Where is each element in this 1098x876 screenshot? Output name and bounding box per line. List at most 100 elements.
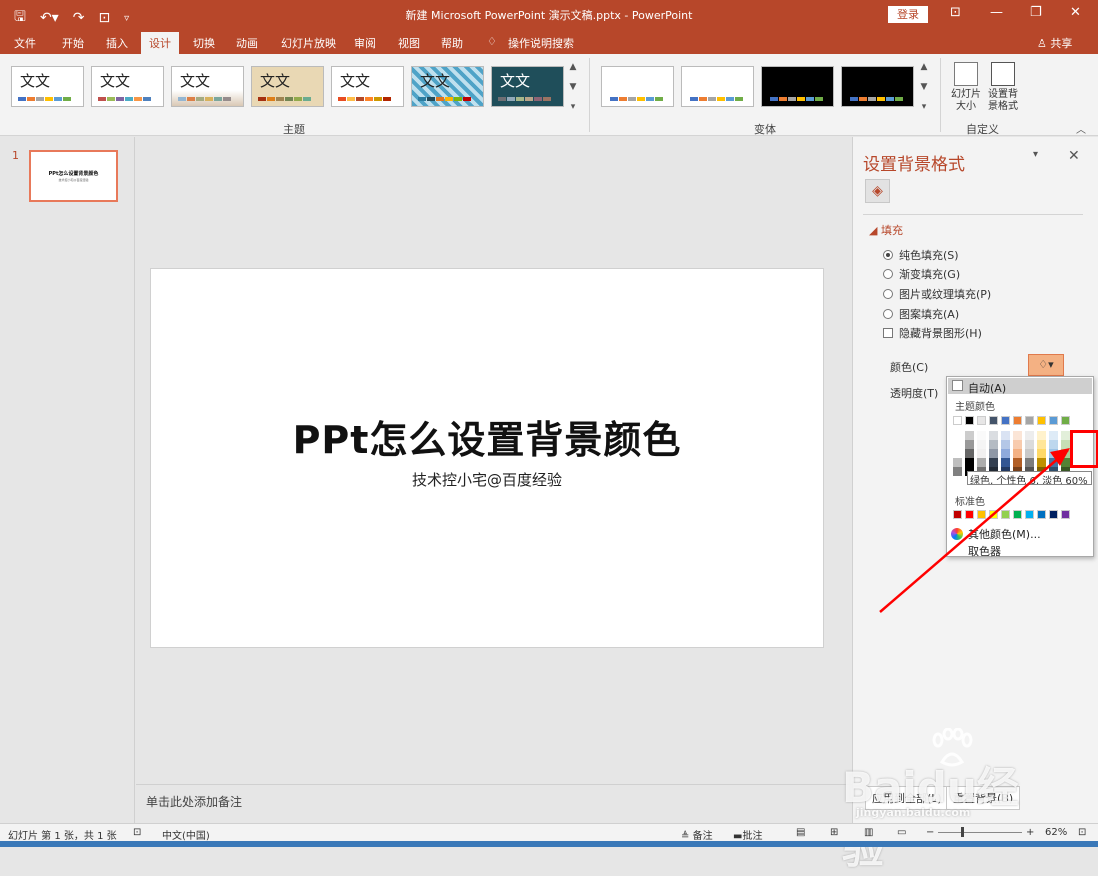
- slideshow-view-icon[interactable]: ▭: [897, 827, 906, 838]
- theme-tint-swatch[interactable]: [1001, 431, 1010, 440]
- zoom-slider[interactable]: [938, 832, 1022, 833]
- picture-fill-radio[interactable]: [883, 289, 893, 299]
- tab-transitions[interactable]: 切换: [193, 35, 215, 51]
- theme-tint-swatch[interactable]: [965, 458, 974, 467]
- theme-4[interactable]: 文文: [251, 66, 324, 107]
- ribbon-display-icon[interactable]: ⊡: [950, 5, 961, 20]
- more-colors-option[interactable]: 其他颜色(M)...: [951, 526, 1041, 542]
- theme-tint-swatch[interactable]: [1061, 440, 1070, 449]
- theme-tint-swatch[interactable]: [989, 449, 998, 458]
- theme-tint-swatch[interactable]: [953, 458, 962, 467]
- theme-tint-swatch[interactable]: [1049, 431, 1058, 440]
- share-button[interactable]: ♙ 共享: [1037, 35, 1072, 51]
- slide-thumbnail[interactable]: PPt怎么设置背景颜色 技术控小宅@百度经验: [29, 150, 118, 202]
- theme-color-swatch[interactable]: [1013, 416, 1022, 425]
- standard-color-swatch[interactable]: [1001, 510, 1010, 519]
- theme-color-swatch[interactable]: [977, 416, 986, 425]
- zoom-in-button[interactable]: +: [1026, 827, 1034, 838]
- spellcheck-icon[interactable]: ⊡: [133, 827, 141, 838]
- theme-color-swatch[interactable]: [1049, 416, 1058, 425]
- eyedropper-option[interactable]: 取色器: [968, 543, 1001, 559]
- tab-design[interactable]: 设计: [141, 32, 179, 54]
- theme-color-swatch[interactable]: [953, 416, 962, 425]
- theme-tint-swatch[interactable]: [989, 440, 998, 449]
- gradient-fill-option[interactable]: 渐变填充(G): [883, 266, 960, 282]
- theme-color-swatch[interactable]: [965, 416, 974, 425]
- theme-tint-swatch[interactable]: [1061, 458, 1070, 467]
- theme-tint-swatch[interactable]: [1049, 458, 1058, 467]
- theme-tint-swatch[interactable]: [1001, 440, 1010, 449]
- reading-view-icon[interactable]: ▥: [864, 827, 873, 838]
- theme-color-swatch[interactable]: [1061, 416, 1070, 425]
- theme-tint-swatch[interactable]: [965, 431, 974, 440]
- theme-tint-swatch[interactable]: [953, 440, 962, 449]
- hide-bg-graphics-option[interactable]: 隐藏背景图形(H): [883, 325, 982, 341]
- theme-tint-swatch[interactable]: [965, 449, 974, 458]
- tab-home[interactable]: 开始: [62, 35, 84, 51]
- theme-tint-swatch[interactable]: [989, 431, 998, 440]
- theme-tint-swatch[interactable]: [953, 467, 962, 476]
- variant-1[interactable]: [601, 66, 674, 107]
- standard-color-swatch[interactable]: [1025, 510, 1034, 519]
- tell-me-search[interactable]: 操作说明搜索: [508, 35, 574, 51]
- pane-options-icon[interactable]: ▾: [1033, 149, 1038, 160]
- standard-color-swatch[interactable]: [1037, 510, 1046, 519]
- restore-icon[interactable]: ❐: [1030, 5, 1042, 20]
- automatic-color-option[interactable]: 自动(A): [948, 378, 1092, 395]
- theme-color-swatch[interactable]: [989, 416, 998, 425]
- format-background-button[interactable]: 设置背 景格式: [985, 62, 1021, 113]
- slide-title[interactable]: PPt怎么设置背景颜色: [151, 409, 823, 464]
- normal-view-icon[interactable]: ▤: [796, 827, 805, 838]
- theme-tint-swatch[interactable]: [953, 449, 962, 458]
- theme-tint-swatch[interactable]: [1037, 440, 1046, 449]
- fill-section-header[interactable]: ◢ 填充: [869, 222, 903, 238]
- zoom-slider-thumb[interactable]: [961, 827, 964, 837]
- pane-close-icon[interactable]: ✕: [1068, 148, 1080, 164]
- language-status[interactable]: 中文(中国): [162, 827, 210, 842]
- theme-color-swatch[interactable]: [1001, 416, 1010, 425]
- gradient-fill-radio[interactable]: [883, 269, 893, 279]
- slide-size-button[interactable]: 幻灯片 大小: [948, 62, 984, 113]
- standard-color-swatch[interactable]: [1049, 510, 1058, 519]
- theme-tint-swatch[interactable]: [977, 431, 986, 440]
- theme-7[interactable]: 文文: [491, 66, 564, 107]
- theme-tint-swatch[interactable]: [1013, 440, 1022, 449]
- tab-file[interactable]: 文件: [14, 35, 36, 51]
- theme-2[interactable]: 文文: [91, 66, 164, 107]
- zoom-level[interactable]: 62%: [1045, 827, 1067, 838]
- tab-slideshow[interactable]: 幻灯片放映: [281, 35, 336, 51]
- theme-tint-swatch[interactable]: [1013, 458, 1022, 467]
- theme-tint-swatch[interactable]: [1025, 440, 1034, 449]
- theme-tint-swatch[interactable]: [1049, 440, 1058, 449]
- solid-fill-option[interactable]: 纯色填充(S): [883, 247, 959, 263]
- theme-5[interactable]: 文文: [331, 66, 404, 107]
- theme-tint-swatch[interactable]: [1037, 458, 1046, 467]
- standard-color-swatch[interactable]: [953, 510, 962, 519]
- standard-color-swatch[interactable]: [989, 510, 998, 519]
- theme-office[interactable]: 文文: [11, 66, 84, 107]
- comments-toggle[interactable]: ▬批注: [733, 827, 762, 842]
- tab-insert[interactable]: 插入: [106, 35, 128, 51]
- theme-tint-swatch[interactable]: [1025, 431, 1034, 440]
- theme-tint-swatch[interactable]: [977, 449, 986, 458]
- tab-help[interactable]: 帮助: [441, 35, 463, 51]
- tab-animations[interactable]: 动画: [236, 35, 258, 51]
- slide-subtitle[interactable]: 技术控小宅@百度经验: [151, 469, 823, 490]
- picture-fill-option[interactable]: 图片或纹理填充(P): [883, 286, 991, 302]
- pattern-fill-radio[interactable]: [883, 309, 893, 319]
- theme-6[interactable]: 文文: [411, 66, 484, 107]
- theme-tint-swatch[interactable]: [965, 440, 974, 449]
- standard-color-swatch[interactable]: [965, 510, 974, 519]
- theme-tint-swatch[interactable]: [1013, 449, 1022, 458]
- tab-review[interactable]: 审阅: [354, 35, 376, 51]
- theme-tint-swatch[interactable]: [1037, 449, 1046, 458]
- hide-bg-checkbox[interactable]: [883, 328, 893, 338]
- variants-gallery-scroll[interactable]: ▲ ▼ ▾: [917, 62, 931, 112]
- minimize-icon[interactable]: —: [990, 5, 1003, 20]
- zoom-out-button[interactable]: −: [926, 827, 934, 838]
- theme-color-swatch[interactable]: [1037, 416, 1046, 425]
- slide-canvas[interactable]: PPt怎么设置背景颜色 技术控小宅@百度经验: [150, 268, 824, 648]
- fill-bucket-icon[interactable]: ◈: [865, 179, 890, 203]
- theme-tint-swatch[interactable]: [989, 458, 998, 467]
- theme-tint-swatch[interactable]: [1025, 449, 1034, 458]
